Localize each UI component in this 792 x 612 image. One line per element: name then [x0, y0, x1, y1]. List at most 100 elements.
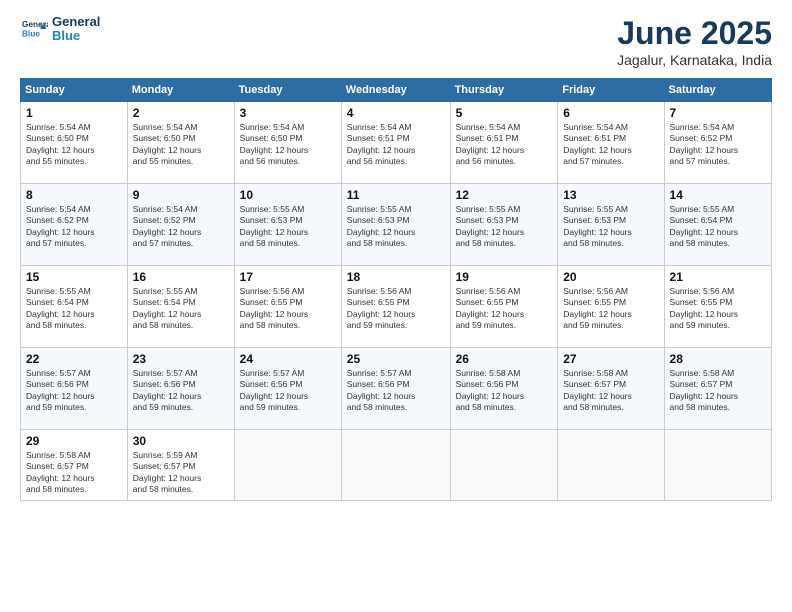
day-info: Sunrise: 5:54 AM Sunset: 6:50 PM Dayligh… — [133, 122, 229, 168]
day-info: Sunrise: 5:56 AM Sunset: 6:55 PM Dayligh… — [563, 286, 658, 332]
day-number: 2 — [133, 106, 229, 120]
day-number: 11 — [347, 188, 445, 202]
calendar-week-row: 1 Sunrise: 5:54 AM Sunset: 6:50 PM Daylig… — [21, 102, 772, 184]
calendar-cell: 6Sunrise: 5:54 AM Sunset: 6:51 PM Daylig… — [558, 102, 664, 184]
day-number: 30 — [133, 434, 229, 448]
day-info: Sunrise: 5:55 AM Sunset: 6:53 PM Dayligh… — [240, 204, 336, 250]
calendar-cell: 25 Sunrise: 5:57 AM Sunset: 6:56 PM Dayli… — [341, 348, 450, 430]
svg-text:Blue: Blue — [22, 29, 40, 39]
day-number: 28 — [670, 352, 766, 366]
location: Jagalur, Karnataka, India — [617, 52, 772, 68]
day-info: Sunrise: 5:56 AM Sunset: 6:55 PM Dayligh… — [670, 286, 766, 332]
col-header-monday: Monday — [127, 79, 234, 102]
calendar-cell: 13 Sunrise: 5:55 AM Sunset: 6:53 PM Dayli… — [558, 184, 664, 266]
calendar-week-row: 29 Sunrise: 5:58 AM Sunset: 6:57 PM Dayli… — [21, 430, 772, 501]
calendar-cell: 12Sunrise: 5:55 AM Sunset: 6:53 PM Dayli… — [450, 184, 558, 266]
calendar-cell: 4 Sunrise: 5:54 AM Sunset: 6:51 PM Daylig… — [341, 102, 450, 184]
day-info: Sunrise: 5:54 AM Sunset: 6:51 PM Dayligh… — [347, 122, 445, 168]
day-info: Sunrise: 5:57 AM Sunset: 6:56 PM Dayligh… — [133, 368, 229, 414]
calendar-cell: 17 Sunrise: 5:56 AM Sunset: 6:55 PM Dayli… — [234, 266, 341, 348]
calendar-cell: 22 Sunrise: 5:57 AM Sunset: 6:56 PM Dayli… — [21, 348, 128, 430]
calendar-cell: 27 Sunrise: 5:58 AM Sunset: 6:57 PM Dayli… — [558, 348, 664, 430]
calendar-cell: 16Sunrise: 5:55 AM Sunset: 6:54 PM Dayli… — [127, 266, 234, 348]
calendar-cell: 26 Sunrise: 5:58 AM Sunset: 6:56 PM Dayli… — [450, 348, 558, 430]
calendar-cell: 5 Sunrise: 5:54 AM Sunset: 6:51 PM Daylig… — [450, 102, 558, 184]
day-number: 17 — [240, 270, 336, 284]
day-number: 26 — [456, 352, 553, 366]
calendar-cell: 15 Sunrise: 5:55 AM Sunset: 6:54 PM Dayli… — [21, 266, 128, 348]
day-info: Sunrise: 5:57 AM Sunset: 6:56 PM Dayligh… — [26, 368, 122, 414]
month-title: June 2025 — [617, 15, 772, 52]
calendar-week-row: 22 Sunrise: 5:57 AM Sunset: 6:56 PM Dayli… — [21, 348, 772, 430]
day-info: Sunrise: 5:57 AM Sunset: 6:56 PM Dayligh… — [240, 368, 336, 414]
day-info: Sunrise: 5:55 AM Sunset: 6:53 PM Dayligh… — [563, 204, 658, 250]
day-info: Sunrise: 5:58 AM Sunset: 6:56 PM Dayligh… — [456, 368, 553, 414]
day-number: 10 — [240, 188, 336, 202]
col-header-wednesday: Wednesday — [341, 79, 450, 102]
calendar-cell: 28 Sunrise: 5:58 AM Sunset: 6:57 PM Dayli… — [664, 348, 771, 430]
calendar-cell — [450, 430, 558, 501]
day-number: 27 — [563, 352, 658, 366]
day-number: 22 — [26, 352, 122, 366]
day-number: 23 — [133, 352, 229, 366]
calendar-cell: 7Sunrise: 5:54 AM Sunset: 6:52 PM Daylig… — [664, 102, 771, 184]
day-number: 6 — [563, 106, 658, 120]
calendar-cell — [558, 430, 664, 501]
calendar-cell: 2 Sunrise: 5:54 AM Sunset: 6:50 PM Daylig… — [127, 102, 234, 184]
day-info: Sunrise: 5:54 AM Sunset: 6:50 PM Dayligh… — [26, 122, 122, 168]
day-number: 18 — [347, 270, 445, 284]
day-info: Sunrise: 5:57 AM Sunset: 6:56 PM Dayligh… — [347, 368, 445, 414]
calendar-cell: 30 Sunrise: 5:59 AM Sunset: 6:57 PM Dayli… — [127, 430, 234, 501]
logo: General Blue General Blue — [20, 15, 100, 44]
day-number: 8 — [26, 188, 122, 202]
calendar-cell: 1 Sunrise: 5:54 AM Sunset: 6:50 PM Daylig… — [21, 102, 128, 184]
calendar-cell: 10 Sunrise: 5:55 AM Sunset: 6:53 PM Dayli… — [234, 184, 341, 266]
calendar-cell: 29 Sunrise: 5:58 AM Sunset: 6:57 PM Dayli… — [21, 430, 128, 501]
day-info: Sunrise: 5:55 AM Sunset: 6:54 PM Dayligh… — [133, 286, 229, 332]
calendar-cell: 11Sunrise: 5:55 AM Sunset: 6:53 PM Dayli… — [341, 184, 450, 266]
day-info: Sunrise: 5:54 AM Sunset: 6:52 PM Dayligh… — [26, 204, 122, 250]
logo-text-blue: Blue — [52, 29, 100, 43]
day-number: 5 — [456, 106, 553, 120]
day-info: Sunrise: 5:56 AM Sunset: 6:55 PM Dayligh… — [240, 286, 336, 332]
calendar-cell — [664, 430, 771, 501]
day-info: Sunrise: 5:58 AM Sunset: 6:57 PM Dayligh… — [563, 368, 658, 414]
logo-icon: General Blue — [20, 15, 48, 43]
day-number: 15 — [26, 270, 122, 284]
day-number: 29 — [26, 434, 122, 448]
calendar-cell — [234, 430, 341, 501]
day-number: 20 — [563, 270, 658, 284]
day-number: 21 — [670, 270, 766, 284]
day-number: 4 — [347, 106, 445, 120]
day-info: Sunrise: 5:54 AM Sunset: 6:52 PM Dayligh… — [133, 204, 229, 250]
day-number: 24 — [240, 352, 336, 366]
day-number: 13 — [563, 188, 658, 202]
calendar-cell: 9 Sunrise: 5:54 AM Sunset: 6:52 PM Daylig… — [127, 184, 234, 266]
day-number: 19 — [456, 270, 553, 284]
col-header-saturday: Saturday — [664, 79, 771, 102]
day-info: Sunrise: 5:54 AM Sunset: 6:51 PM Dayligh… — [456, 122, 553, 168]
calendar-cell — [341, 430, 450, 501]
day-info: Sunrise: 5:58 AM Sunset: 6:57 PM Dayligh… — [26, 450, 122, 496]
calendar-page: General Blue General Blue June 2025 Jaga… — [0, 0, 792, 612]
day-info: Sunrise: 5:55 AM Sunset: 6:54 PM Dayligh… — [26, 286, 122, 332]
calendar-cell: 21 Sunrise: 5:56 AM Sunset: 6:55 PM Dayli… — [664, 266, 771, 348]
calendar-cell: 23 Sunrise: 5:57 AM Sunset: 6:56 PM Dayli… — [127, 348, 234, 430]
calendar-cell: 19Sunrise: 5:56 AM Sunset: 6:55 PM Dayli… — [450, 266, 558, 348]
day-info: Sunrise: 5:54 AM Sunset: 6:50 PM Dayligh… — [240, 122, 336, 168]
col-header-tuesday: Tuesday — [234, 79, 341, 102]
day-number: 1 — [26, 106, 122, 120]
day-info: Sunrise: 5:58 AM Sunset: 6:57 PM Dayligh… — [670, 368, 766, 414]
calendar-week-row: 15 Sunrise: 5:55 AM Sunset: 6:54 PM Dayli… — [21, 266, 772, 348]
calendar-cell: 18Sunrise: 5:56 AM Sunset: 6:55 PM Dayli… — [341, 266, 450, 348]
calendar-cell: 20 Sunrise: 5:56 AM Sunset: 6:55 PM Dayli… — [558, 266, 664, 348]
day-number: 14 — [670, 188, 766, 202]
day-info: Sunrise: 5:59 AM Sunset: 6:57 PM Dayligh… — [133, 450, 229, 496]
day-number: 25 — [347, 352, 445, 366]
col-header-sunday: Sunday — [21, 79, 128, 102]
day-number: 9 — [133, 188, 229, 202]
col-header-thursday: Thursday — [450, 79, 558, 102]
day-number: 3 — [240, 106, 336, 120]
header: General Blue General Blue June 2025 Jaga… — [20, 15, 772, 68]
logo-text-general: General — [52, 15, 100, 29]
